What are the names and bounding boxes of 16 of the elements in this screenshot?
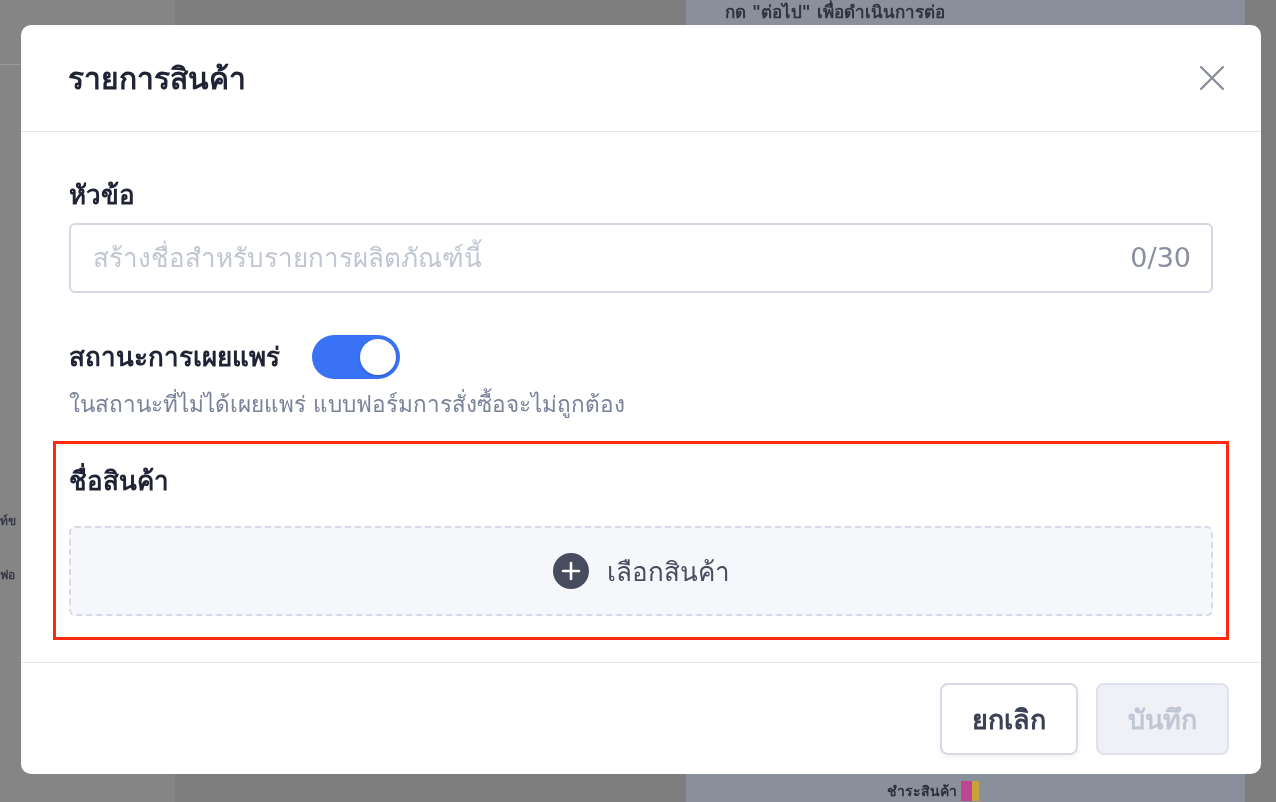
field-label: หัวข้อ <box>69 179 136 212</box>
character-counter: 0/30 <box>1130 241 1191 275</box>
field-label: ชื่อสินค้า <box>69 464 1213 498</box>
hint-text: ในสถานะที่ไม่ได้เผยแพร่ แบบฟอร์มการสั่งซื้อจะไม่ถูกต้อง <box>69 389 1213 419</box>
section-heading: ชำระสินค้า <box>887 782 957 801</box>
select-product-button[interactable]: เลือกสินค้า <box>69 526 1213 616</box>
publish-toggle[interactable] <box>312 335 400 379</box>
text-fragment: ท์ข <box>0 513 17 530</box>
text-fragment: ฟอ <box>0 567 16 584</box>
field-label: สถานะการเผยแพร่ <box>69 341 280 374</box>
close-icon <box>1199 65 1225 91</box>
cancel-button[interactable]: ยกเลิก <box>940 683 1078 755</box>
plus-circle-icon <box>552 553 589 589</box>
dialog-title: รายการสินค้า <box>68 59 246 98</box>
instruction-text: กด "ต่อไป" เพื่อดำเนินการต่อ <box>725 0 945 24</box>
photo-placeholder <box>961 781 979 801</box>
